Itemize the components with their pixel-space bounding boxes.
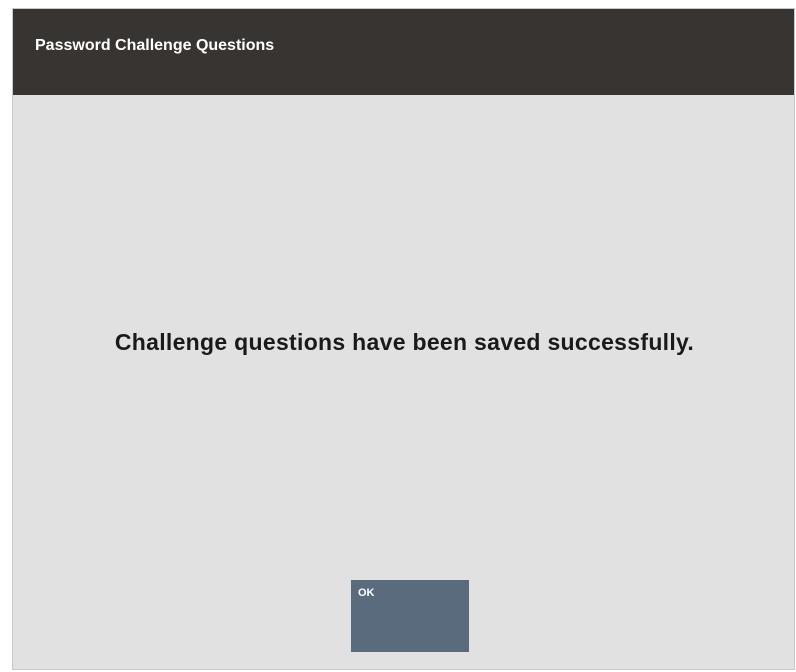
dialog-title: Password Challenge Questions bbox=[35, 37, 275, 54]
ok-button[interactable]: OK bbox=[351, 580, 469, 652]
ok-button-label: OK bbox=[358, 587, 375, 599]
dialog-titlebar: Password Challenge Questions bbox=[13, 9, 794, 95]
success-message: Challenge questions have been saved succ… bbox=[114, 329, 695, 355]
challenge-questions-dialog: Password Challenge Questions Challenge q… bbox=[12, 8, 795, 670]
